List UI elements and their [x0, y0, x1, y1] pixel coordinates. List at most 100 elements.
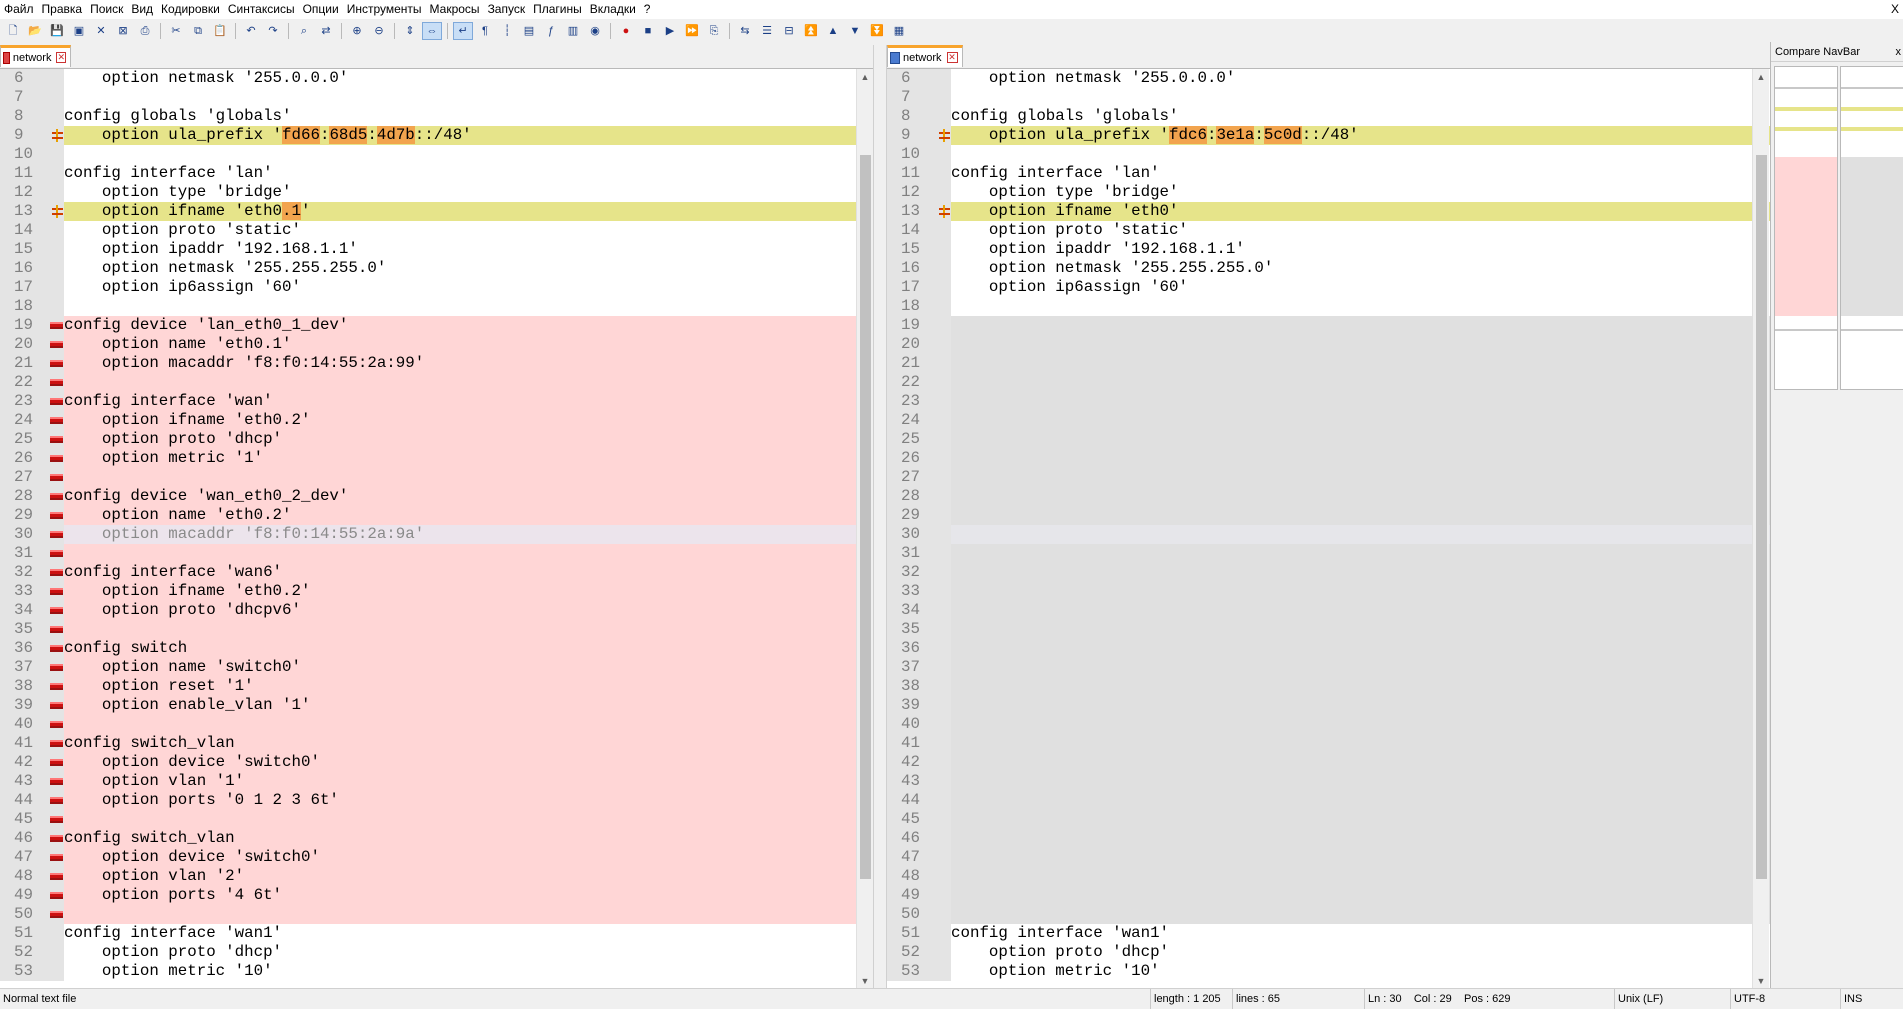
- line-text[interactable]: option vlan '2': [64, 867, 873, 886]
- line-text[interactable]: config switch_vlan: [64, 829, 873, 848]
- compare-lines-icon[interactable]: ☰: [757, 22, 777, 40]
- menu-item[interactable]: Кодировки: [157, 0, 224, 19]
- line-text[interactable]: option ipaddr '192.168.1.1': [64, 240, 873, 259]
- left-editor-pane[interactable]: 6 option netmask '255.0.0.0' 7 8 config glo…: [0, 68, 873, 988]
- editor-line[interactable]: 14 option proto 'static': [887, 221, 1770, 240]
- editor-line[interactable]: 11 config interface 'lan': [887, 164, 1770, 183]
- editor-line[interactable]: 48: [887, 867, 1770, 886]
- editor-line[interactable]: 49: [887, 886, 1770, 905]
- line-text[interactable]: [951, 867, 1770, 886]
- line-text[interactable]: [951, 886, 1770, 905]
- zoom-in-icon[interactable]: ⊕: [347, 22, 367, 40]
- scroll-down-icon[interactable]: ▼: [857, 973, 873, 988]
- menu-item[interactable]: Вкладки: [586, 0, 640, 19]
- editor-line[interactable]: 28: [887, 487, 1770, 506]
- line-text[interactable]: config switch_vlan: [64, 734, 873, 753]
- editor-line[interactable]: 43: [887, 772, 1770, 791]
- editor-line[interactable]: 42 option device 'switch0': [0, 753, 873, 772]
- editor-line[interactable]: 23: [887, 392, 1770, 411]
- menu-item[interactable]: Опции: [299, 0, 343, 19]
- sync-vertical-icon[interactable]: ⇕: [400, 22, 420, 40]
- editor-line[interactable]: 13 option ifname 'eth0.1': [0, 202, 873, 221]
- line-text[interactable]: [951, 563, 1770, 582]
- window-close-button[interactable]: X: [1891, 0, 1899, 19]
- editor-line[interactable]: 32: [887, 563, 1770, 582]
- prev-diff-icon[interactable]: ▲: [823, 22, 843, 40]
- stop-record-icon[interactable]: ■: [638, 22, 658, 40]
- editor-line[interactable]: 19: [887, 316, 1770, 335]
- line-text[interactable]: [951, 506, 1770, 525]
- line-text[interactable]: option proto 'dhcpv6': [64, 601, 873, 620]
- editor-line[interactable]: 46 config switch_vlan: [0, 829, 873, 848]
- editor-line[interactable]: 49 option ports '4 6t': [0, 886, 873, 905]
- editor-line[interactable]: 44 option ports '0 1 2 3 6t': [0, 791, 873, 810]
- editor-line[interactable]: 52 option proto 'dhcp': [887, 943, 1770, 962]
- line-text[interactable]: [951, 544, 1770, 563]
- line-text[interactable]: config globals 'globals': [951, 107, 1770, 126]
- navbar-right-map[interactable]: [1840, 66, 1903, 390]
- editor-line[interactable]: 6 option netmask '255.0.0.0': [0, 69, 873, 88]
- new-file-icon[interactable]: 🗋: [3, 22, 23, 40]
- editor-line[interactable]: 50: [887, 905, 1770, 924]
- line-text[interactable]: [951, 145, 1770, 164]
- menu-item[interactable]: Вид: [127, 0, 157, 19]
- line-text[interactable]: option vlan '1': [64, 772, 873, 791]
- editor-line[interactable]: 16 option netmask '255.255.255.0': [0, 259, 873, 278]
- line-text[interactable]: config interface 'wan6': [64, 563, 873, 582]
- editor-line[interactable]: 22: [0, 373, 873, 392]
- editor-line[interactable]: 38 option reset '1': [0, 677, 873, 696]
- line-text[interactable]: [951, 297, 1770, 316]
- line-text[interactable]: option ip6assign '60': [951, 278, 1770, 297]
- editor-line[interactable]: 39 option enable_vlan '1': [0, 696, 873, 715]
- line-text[interactable]: [64, 88, 873, 107]
- first-diff-icon[interactable]: ⏫: [801, 22, 821, 40]
- line-text[interactable]: option macaddr 'f8:f0:14:55:2a:99': [64, 354, 873, 373]
- line-text[interactable]: option device 'switch0': [64, 753, 873, 772]
- next-diff-icon[interactable]: ▼: [845, 22, 865, 40]
- line-text[interactable]: [64, 297, 873, 316]
- scrollbar-thumb[interactable]: [860, 155, 871, 879]
- compare-icon[interactable]: ⇆: [735, 22, 755, 40]
- line-text[interactable]: option ifname 'eth0.1': [64, 202, 873, 221]
- line-text[interactable]: option type 'bridge': [64, 183, 873, 202]
- line-text[interactable]: [64, 544, 873, 563]
- editor-line[interactable]: 25: [887, 430, 1770, 449]
- editor-line[interactable]: 15 option ipaddr '192.168.1.1': [887, 240, 1770, 259]
- editor-line[interactable]: 35: [887, 620, 1770, 639]
- editor-line[interactable]: 47 option device 'switch0': [0, 848, 873, 867]
- line-text[interactable]: option name 'switch0': [64, 658, 873, 677]
- editor-line[interactable]: 9 option ula_prefix 'fd66:68d5:4d7b::/48…: [0, 126, 873, 145]
- editor-line[interactable]: 43 option vlan '1': [0, 772, 873, 791]
- editor-line[interactable]: 7: [0, 88, 873, 107]
- editor-line[interactable]: 39: [887, 696, 1770, 715]
- navbar-close-icon[interactable]: x: [1896, 42, 1902, 62]
- line-text[interactable]: [64, 905, 873, 924]
- editor-line[interactable]: 12 option type 'bridge': [0, 183, 873, 202]
- close-icon[interactable]: ✕: [91, 22, 111, 40]
- scroll-up-icon[interactable]: ▲: [1753, 69, 1769, 85]
- right-vertical-scrollbar[interactable]: ▲ ▼: [1752, 69, 1769, 988]
- line-text[interactable]: [951, 525, 1770, 544]
- editor-line[interactable]: 7: [887, 88, 1770, 107]
- scroll-down-icon[interactable]: ▼: [1753, 973, 1769, 988]
- line-text[interactable]: config interface 'wan': [64, 392, 873, 411]
- line-text[interactable]: [951, 791, 1770, 810]
- menu-item[interactable]: Запуск: [484, 0, 530, 19]
- close-tab-icon[interactable]: ✕: [56, 52, 66, 63]
- line-text[interactable]: option name 'eth0.1': [64, 335, 873, 354]
- menu-item[interactable]: Поиск: [86, 0, 127, 19]
- line-text[interactable]: [951, 715, 1770, 734]
- editor-line[interactable]: 37: [887, 658, 1770, 677]
- editor-line[interactable]: 16 option netmask '255.255.255.0': [887, 259, 1770, 278]
- line-text[interactable]: [951, 601, 1770, 620]
- editor-line[interactable]: 23 config interface 'wan': [0, 392, 873, 411]
- editor-line[interactable]: 48 option vlan '2': [0, 867, 873, 886]
- line-text[interactable]: [951, 487, 1770, 506]
- line-text[interactable]: [951, 772, 1770, 791]
- editor-line[interactable]: 21 option macaddr 'f8:f0:14:55:2a:99': [0, 354, 873, 373]
- editor-line[interactable]: 24 option ifname 'eth0.2': [0, 411, 873, 430]
- editor-line[interactable]: 33: [887, 582, 1770, 601]
- editor-line[interactable]: 53 option metric '10': [0, 962, 873, 981]
- line-text[interactable]: [64, 468, 873, 487]
- line-text[interactable]: config device 'wan_eth0_2_dev': [64, 487, 873, 506]
